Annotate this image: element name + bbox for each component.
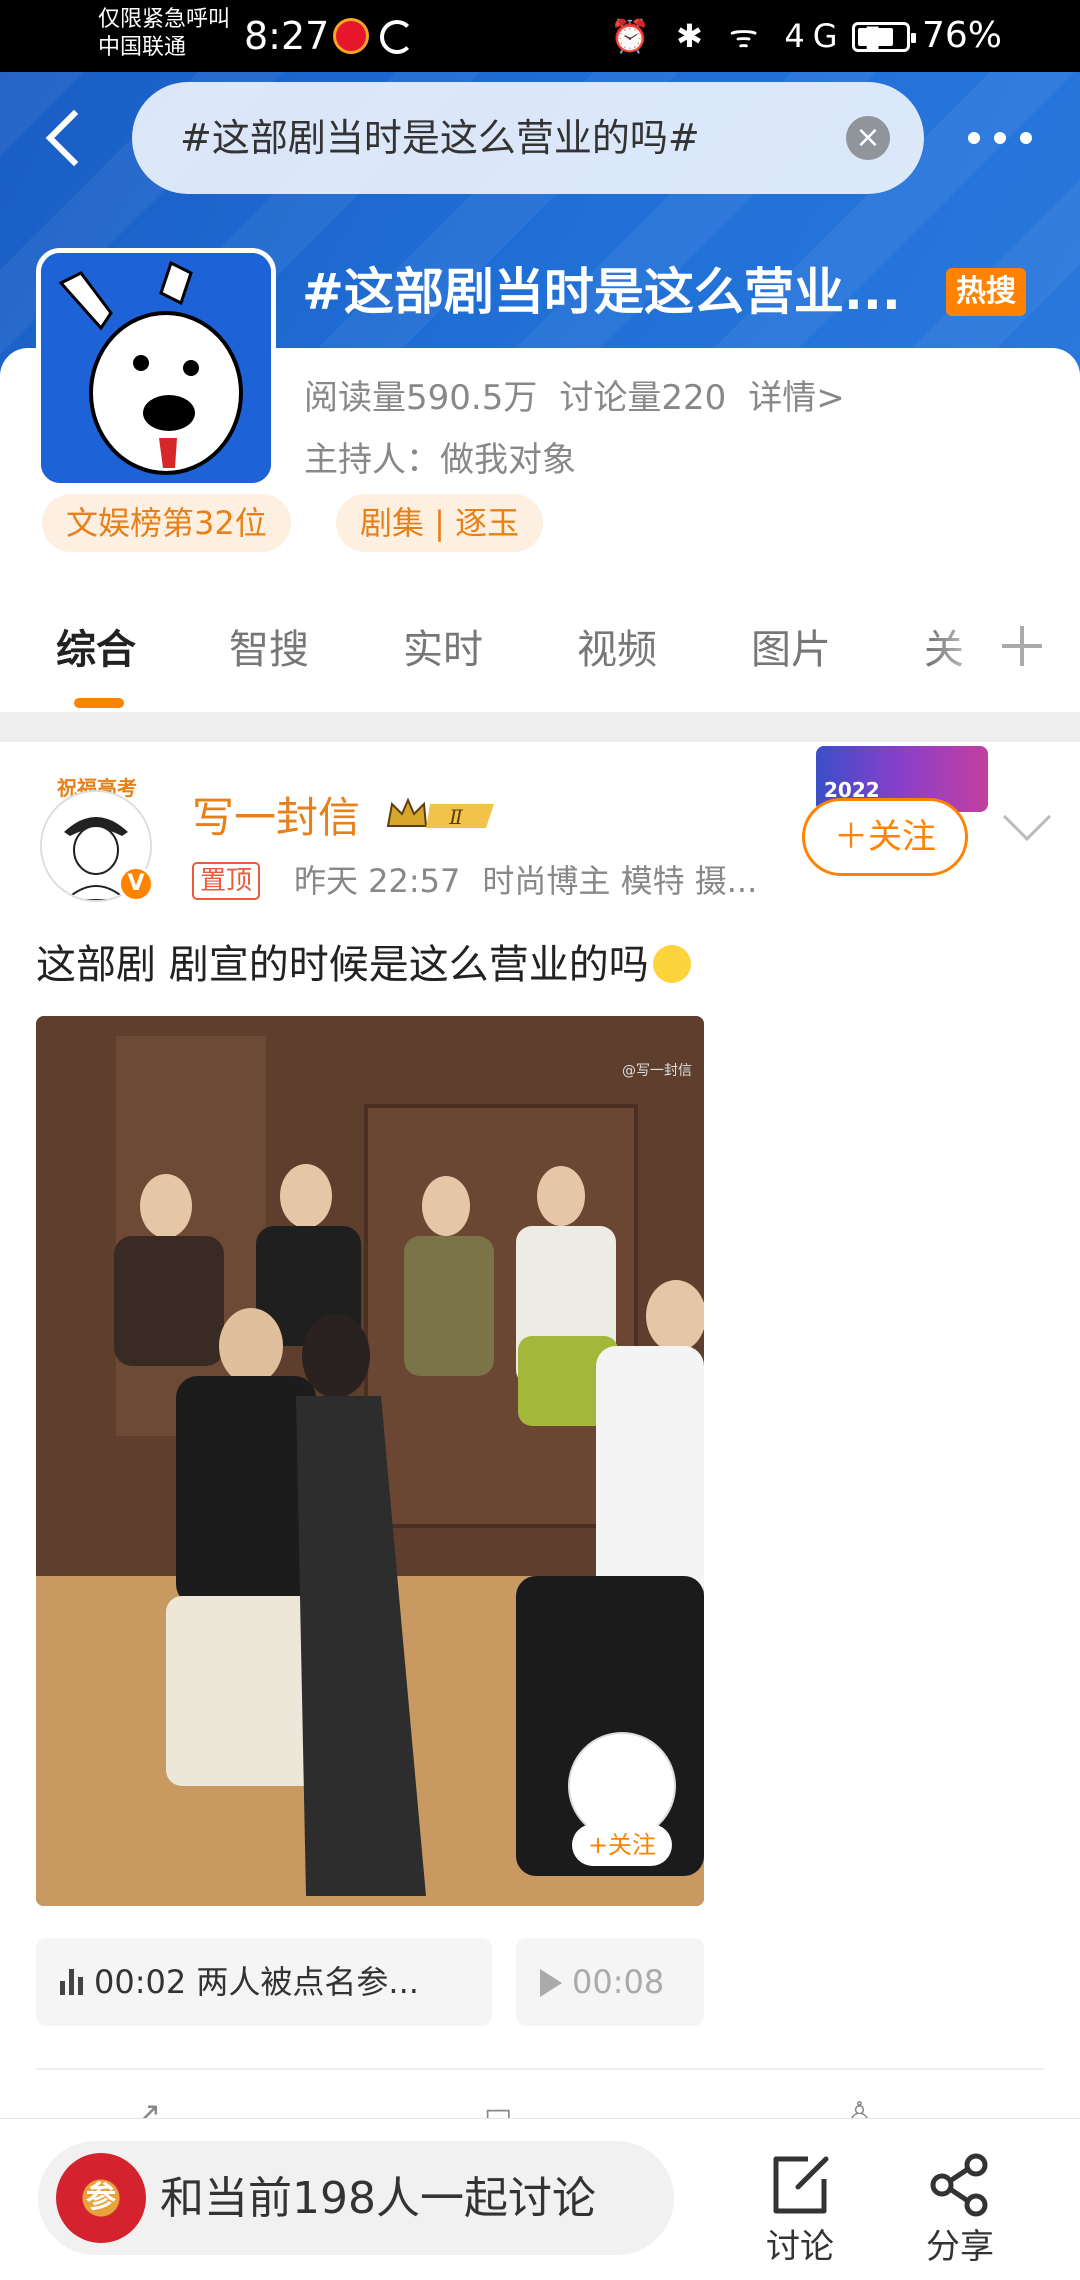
topic-tabs: 综合 智搜 实时 视频 图片 关 xyxy=(0,602,1080,712)
chevron-down-icon[interactable] xyxy=(1002,792,1052,842)
carrier-info: 仅限紧急呼叫 中国联通 xyxy=(98,6,230,62)
topic-title: #这部剧当时是这么营业... xyxy=(302,263,901,321)
carrier-line-2: 中国联通 xyxy=(98,35,187,60)
level-badge: Ⅱ xyxy=(448,805,463,829)
more-options-icon[interactable] xyxy=(960,112,1040,162)
video-follow-button[interactable]: +关注 xyxy=(572,1824,672,1866)
audio-clip-1-time: 00:02 xyxy=(94,1963,187,2001)
post-separator xyxy=(36,2068,1044,2070)
audio-clip-1[interactable]: 00:02 两人被点名参... xyxy=(36,1938,492,2026)
speed-gauge-icon xyxy=(380,20,414,54)
tab-smart-search[interactable]: 智搜 xyxy=(229,622,309,678)
hot-search-badge: 热搜 xyxy=(946,268,1026,316)
author-name[interactable]: 写一封信 xyxy=(192,788,360,848)
author-bio: 时尚博主 模特 摄... xyxy=(482,862,758,900)
discussion-count: 讨论量220 xyxy=(559,378,727,418)
battery-fill xyxy=(858,28,893,46)
topic-stats: 阅读量590.5万 讨论量220 详情> xyxy=(304,374,867,422)
read-count: 阅读量590.5万 xyxy=(304,378,538,418)
audio-clip-2-time: 00:08 xyxy=(572,1963,665,2001)
audio-clip-2[interactable]: 00:08 xyxy=(516,1938,704,2026)
battery-percent: 76% xyxy=(922,15,1003,56)
tab-fade xyxy=(930,602,1000,702)
video-watermark: @写一封信 xyxy=(622,1063,692,1079)
tab-video[interactable]: 视频 xyxy=(577,622,657,678)
close-icon[interactable]: × xyxy=(846,116,890,160)
system-status-icons: ⏰ ✱ ᯤ 4G ▮ xyxy=(610,17,890,55)
audio-clip-1-title: 两人被点名参... xyxy=(196,1963,419,2001)
bottom-bar: 参 和当前198人一起讨论 讨论 分享 xyxy=(0,2118,1080,2280)
share-button[interactable]: 分享 xyxy=(900,2139,1020,2269)
verified-badge-icon: V xyxy=(118,866,154,902)
join-discussion-text: 和当前198人一起讨论 xyxy=(160,2173,596,2224)
share-icon xyxy=(930,2153,988,2217)
weibo-notification-icon xyxy=(333,18,369,54)
post-meta: 昨天 22:57 时尚博主 模特 摄... xyxy=(294,858,779,904)
status-bar: 仅限紧急呼叫 中国联通 8:27 ⏰ ✱ ᯤ 4G ▮ 76% xyxy=(0,0,1080,72)
discuss-button-label: 讨论 xyxy=(766,2227,834,2267)
drama-tag[interactable]: 剧集 | 逐玉 xyxy=(336,494,544,552)
discuss-button[interactable]: 讨论 xyxy=(740,2139,860,2269)
topic-host: 主持人：做我对象 xyxy=(304,440,576,480)
details-link[interactable]: 详情> xyxy=(748,378,845,418)
topic-image xyxy=(36,248,276,488)
audio-bars-icon xyxy=(60,1969,86,1995)
follow-button[interactable]: ＋关注 xyxy=(802,798,968,876)
back-arrow-icon[interactable] xyxy=(40,104,90,174)
ranking-tag[interactable]: 文娱榜第32位 xyxy=(42,494,291,552)
tab-images[interactable]: 图片 xyxy=(751,622,831,678)
section-divider xyxy=(0,712,1080,742)
vip-crown-icon: Ⅱ xyxy=(386,797,494,829)
post-text-content: 这部剧 剧宣的时候是这么营业的吗 xyxy=(36,942,649,988)
dog-mascot-illustration xyxy=(41,253,271,483)
add-tab-icon[interactable] xyxy=(1000,624,1044,668)
share-button-label: 分享 xyxy=(926,2227,994,2267)
carrier-line-1: 仅限紧急呼叫 xyxy=(98,7,231,32)
tab-comprehensive[interactable]: 综合 xyxy=(56,622,136,678)
thinking-emoji-icon xyxy=(652,945,691,983)
pinned-badge: 置顶 xyxy=(192,862,261,900)
battery-cap xyxy=(911,33,916,43)
post-time: 昨天 22:57 xyxy=(294,862,461,900)
tab-realtime[interactable]: 实时 xyxy=(403,622,483,678)
active-tab-indicator xyxy=(74,698,124,708)
play-icon xyxy=(540,1969,562,1997)
search-box[interactable]: #这部剧当时是这么营业的吗# × xyxy=(132,82,924,194)
status-time: 8:27 xyxy=(244,14,330,58)
edit-icon xyxy=(773,2156,829,2214)
search-input[interactable]: #这部剧当时是这么营业的吗# xyxy=(180,112,780,164)
discussion-logo: 参 xyxy=(56,2153,146,2243)
video-thumbnail[interactable]: @写一封信 +关注 xyxy=(36,1016,704,1906)
battery-icon xyxy=(852,22,916,52)
post-text: 这部剧 剧宣的时候是这么营业的吗 xyxy=(36,936,691,994)
join-discussion-input[interactable]: 参 和当前198人一起讨论 xyxy=(38,2141,674,2255)
